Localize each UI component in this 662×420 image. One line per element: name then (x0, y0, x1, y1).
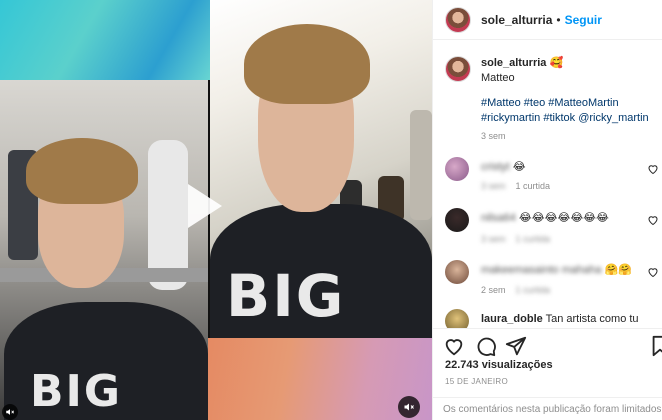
video-frame-right[interactable]: BIG (210, 0, 432, 338)
avatar[interactable] (445, 56, 471, 82)
header-username[interactable]: sole_alturria (481, 13, 552, 27)
post-sidebar: sole_alturria • Seguir sole_alturria 🥰 M… (432, 0, 662, 420)
comment-emoji: 😂 (512, 161, 526, 173)
play-icon[interactable] (188, 184, 222, 228)
hashtags: #Matteo #teo #MatteoMartin #rickymartin … (481, 96, 661, 126)
mute-icon[interactable] (398, 396, 420, 418)
shirt-print: BIG (30, 366, 123, 417)
action-bar: 22.743 visualizações 15 DE JANEIRO Os co… (433, 328, 662, 420)
comment-likes[interactable]: 1 curtida (516, 234, 551, 244)
lamp (410, 110, 432, 220)
caption-time: 3 sem (481, 131, 506, 141)
avatar[interactable] (445, 6, 471, 33)
hashtags-line[interactable]: #rickymartin #tiktok @ricky_martin (481, 111, 661, 126)
avatar[interactable] (445, 208, 469, 232)
heart-icon[interactable] (647, 266, 659, 278)
hashtags-line[interactable]: #Matteo #teo #MatteoMartin (481, 96, 661, 111)
comment-username[interactable]: laura_doble (481, 313, 543, 325)
comment-time: 2 sem (481, 285, 506, 295)
views-count[interactable]: 22.743 visualizações (445, 359, 553, 371)
heart-icon[interactable] (647, 214, 659, 226)
post-date: 15 DE JANEIRO (445, 377, 509, 386)
comment-likes[interactable]: 1 curtida (516, 181, 551, 191)
comment-text: makeemasainto mahaha (481, 264, 602, 276)
follow-button[interactable]: Seguir (565, 13, 602, 27)
comment-text: Tan artista como tu (545, 313, 639, 325)
comment-time: 3 sem (481, 234, 506, 244)
comment-icon[interactable] (475, 335, 497, 357)
video-frame-left[interactable]: BIG (0, 80, 208, 420)
comments-limited-notice: Os comentários nesta publicação foram li… (433, 397, 662, 420)
post-media[interactable]: BIG BIG (0, 0, 432, 420)
caption-emoji: 🥰 (549, 57, 564, 69)
comment-text: cristyt (481, 161, 510, 173)
comment-likes[interactable]: 1 curtida (516, 285, 551, 295)
caption-username[interactable]: sole_alturria (481, 57, 546, 69)
caption: sole_alturria 🥰 Matteo (445, 56, 655, 86)
comment-emoji: 😂😂😂😂😂😂😂 (518, 212, 609, 224)
separator: • (556, 12, 561, 27)
comment-text: nilsa64 (481, 212, 516, 224)
caption-text: Matteo (481, 72, 515, 84)
comment-emoji: 🤗🤗 (604, 264, 632, 276)
shirt-print: BIG (226, 262, 346, 330)
teal-background (0, 0, 212, 80)
avatar[interactable] (445, 260, 469, 284)
heart-icon[interactable] (647, 163, 659, 175)
mute-icon[interactable] (2, 404, 18, 420)
comment-time: 3 sem (481, 181, 506, 191)
avatar[interactable] (445, 157, 469, 181)
bookmark-icon[interactable] (649, 335, 662, 357)
post-header: sole_alturria • Seguir (433, 0, 662, 40)
heart-icon[interactable] (443, 335, 465, 357)
share-icon[interactable] (505, 335, 527, 357)
